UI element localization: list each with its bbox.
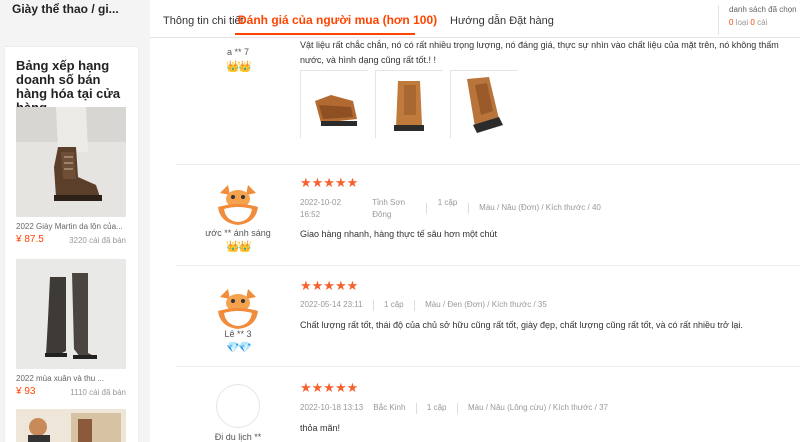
sales-ranking-panel: Bảng xếp hạng doanh số bán hàng hóa tại …	[4, 46, 139, 442]
review-username: a ** 7	[226, 47, 250, 57]
active-tab-indicator	[235, 33, 415, 35]
rating-stars-icon: ★★★★★	[300, 278, 359, 293]
product-name[interactable]: 2022 Giày Martin da lộn của...	[16, 222, 128, 231]
kinds-count: 0	[729, 18, 734, 27]
selected-count: 0 loại 0 cái	[729, 18, 800, 27]
review-spec: Màu / Đen (Đơn) / Kích thước / 35	[425, 300, 547, 309]
divider	[426, 203, 428, 214]
tab-bar: Thông tin chi tiết Đánh giá của người mu…	[150, 0, 800, 38]
rating-stars-icon: ★★★★★	[300, 380, 359, 395]
items-count: 0	[750, 18, 755, 27]
review-meta: 2022-05-14 23:11 1 cặp Màu / Đen (Đơn) /…	[300, 300, 547, 311]
kinds-unit: loại	[735, 18, 749, 27]
review-quantity: 1 cặp	[384, 300, 404, 309]
member-badge-icon: 👑👑	[226, 61, 251, 73]
product-name[interactable]: 2022 mùa xuân và thu ...	[16, 374, 128, 383]
tab-order-guide[interactable]: Hướng dẫn Đặt hàng	[450, 15, 554, 27]
tab-buyer-reviews[interactable]: Đánh giá của người mua (hơn 100)	[238, 13, 437, 27]
review-photo-thumbnail[interactable]	[375, 70, 444, 139]
tab-product-detail[interactable]: Thông tin chi tiết	[163, 15, 244, 27]
divider	[467, 203, 469, 214]
review-content: Chất lượng rất tốt, thái độ của chủ sở h…	[300, 320, 743, 330]
product-price: ¥ 87.5	[16, 234, 44, 245]
review-quantity: 1 cặp	[437, 198, 458, 207]
review-item: Lê ** 3 💎💎 ★★★★★ 2022-05-14 23:11 1 cặp …	[176, 267, 800, 367]
review-meta: 2022-10-02 16:52 Tỉnh Sơn Đông 1 cặp Màu…	[300, 197, 601, 221]
review-meta: 2022-10-18 13:13 Bắc Kinh 1 cặp Màu / Nâ…	[300, 403, 608, 414]
divider	[372, 300, 374, 311]
product-sold-count: 3220 cái đã bán	[69, 236, 126, 245]
main-content: a ** 7 👑👑 Vật liệu rất chắc chắn, nó có …	[150, 0, 800, 442]
review-item: ước ** ánh sáng 👑👑 ★★★★★ 2022-10-02 16:5…	[176, 166, 800, 266]
product-image-martin-boots[interactable]	[16, 107, 126, 217]
selected-list-label: danh sách đã chọn	[729, 5, 797, 14]
product-sold-count: 1110 cái đã bán	[70, 388, 126, 397]
review-spec: Màu / Nâu (Lông cừu) / Kích thước / 37	[467, 403, 608, 412]
left-sidebar: Giày thể thao / gi... Bảng xếp hạng doan…	[0, 0, 150, 442]
review-content: Giao hàng nhanh, hàng thực tế sâu hơn mộ…	[300, 229, 498, 239]
user-avatar-mascot-icon	[218, 185, 258, 225]
review-location: Tỉnh Sơn Đông	[372, 198, 406, 219]
divider	[415, 403, 417, 414]
review-location: Bắc Kinh	[373, 403, 406, 412]
product-image-third[interactable]	[16, 409, 126, 442]
user-avatar-mascot-icon	[218, 289, 258, 329]
divider	[456, 403, 458, 414]
review-username: Đi du lịch **	[214, 432, 262, 442]
member-badge-icon: 👑👑	[226, 241, 251, 253]
product-image-tall-boots[interactable]	[16, 259, 126, 369]
review-content: thỏa mãn!	[300, 423, 341, 433]
product-price: ¥ 93	[16, 386, 36, 397]
selected-list-box[interactable]: danh sách đã chọn 0 loại 0 cái	[718, 5, 800, 35]
review-item: Đi du lịch ** ★★★★★ 2022-10-18 13:13 Bắc…	[176, 368, 800, 442]
rating-stars-icon: ★★★★★	[300, 175, 359, 190]
items-unit: cái	[757, 18, 768, 27]
review-username: Lê ** 3	[224, 329, 252, 339]
review-photo-thumbnail[interactable]	[450, 70, 519, 139]
review-username: ước ** ánh sáng	[205, 228, 271, 238]
review-date: 2022-10-02 16:52	[300, 198, 341, 219]
shop-title[interactable]: Giày thể thao / gi...	[12, 2, 142, 16]
divider	[413, 300, 415, 311]
review-content: Vật liệu rất chắc chắn, nó có rất nhiều …	[300, 40, 779, 65]
member-badge-icon: 💎💎	[226, 342, 251, 354]
review-spec: Màu / Nâu (Đơn) / Kích thước / 40	[479, 203, 601, 212]
user-avatar-placeholder-icon	[216, 384, 260, 428]
review-date: 2022-05-14 23:11	[300, 300, 363, 309]
review-quantity: 1 cặp	[426, 403, 447, 412]
review-photo-thumbnail[interactable]	[300, 70, 369, 139]
review-date: 2022-10-18 13:13	[300, 403, 364, 412]
